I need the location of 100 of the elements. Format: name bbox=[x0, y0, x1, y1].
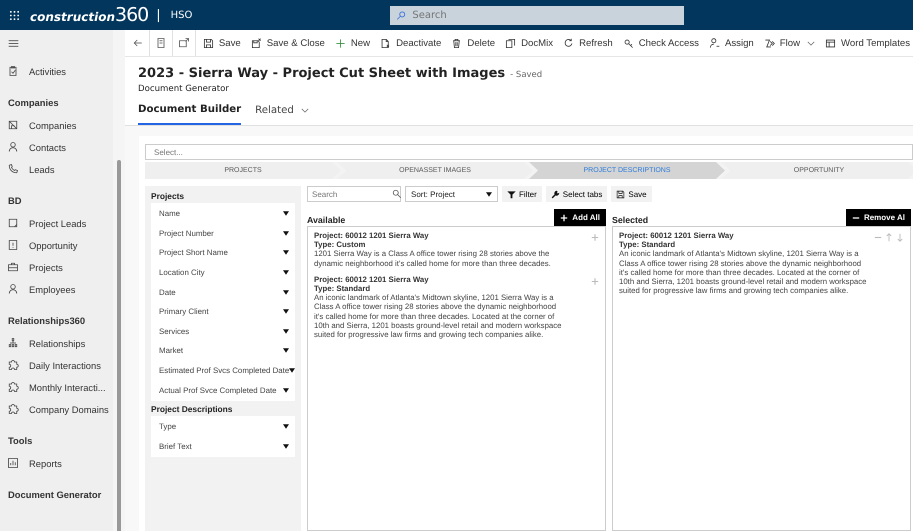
scrollbar-thumb[interactable] bbox=[117, 160, 121, 531]
sidebar-item[interactable]: Company Domains bbox=[0, 398, 113, 420]
sidebar-item[interactable]: Relationships bbox=[0, 332, 113, 354]
dropdown-arrow-icon bbox=[283, 328, 289, 334]
dropdown-arrow-icon bbox=[283, 211, 289, 216]
sidebar-item[interactable]: Monthly Interacti... bbox=[0, 376, 113, 398]
flow-icon bbox=[764, 38, 775, 48]
org-name: HSO bbox=[170, 10, 192, 20]
dropdown-arrow-icon bbox=[283, 290, 289, 295]
puzzle-icon bbox=[7, 403, 19, 415]
move-down-icon[interactable] bbox=[896, 233, 904, 242]
search-icon bbox=[396, 10, 406, 20]
sidebar-group-title: Relationships360 bbox=[7, 314, 86, 328]
command-button[interactable]: Save bbox=[196, 30, 244, 56]
sidebar-item[interactable]: Reports bbox=[0, 452, 113, 474]
app-launcher-icon[interactable] bbox=[9, 10, 20, 20]
command-button[interactable]: DocMix bbox=[498, 30, 556, 56]
plus-icon bbox=[334, 38, 346, 48]
dropdown-arrow-icon bbox=[283, 388, 289, 393]
dropdown-arrow-icon bbox=[289, 368, 296, 374]
logo: construction360 bbox=[30, 5, 148, 25]
trash-icon bbox=[451, 38, 462, 48]
sidebar-item[interactable]: Leads bbox=[0, 158, 113, 180]
dropdown-arrow-icon bbox=[283, 270, 289, 276]
entity-name: Document Generator bbox=[138, 84, 230, 94]
field-group-title: Projects bbox=[151, 191, 186, 201]
sidebar-item[interactable]: Project Leads bbox=[0, 212, 113, 234]
sidebar-item[interactable]: Activities bbox=[0, 60, 113, 82]
sidebar-item[interactable]: Daily Interactions bbox=[0, 354, 113, 376]
tool-button[interactable]: Select tabs bbox=[546, 186, 608, 202]
command-button[interactable]: Flow bbox=[756, 30, 818, 56]
command-button[interactable]: Refresh bbox=[556, 30, 616, 56]
clipboard-icon bbox=[7, 65, 19, 77]
refresh-icon bbox=[563, 38, 574, 48]
person-icon bbox=[7, 283, 19, 295]
template-icon bbox=[825, 38, 836, 48]
add-icon[interactable] bbox=[591, 233, 599, 242]
select-field[interactable]: Select... bbox=[145, 144, 913, 160]
scrollbar[interactable] bbox=[113, 30, 125, 531]
command-button[interactable]: Word Templates bbox=[818, 30, 913, 56]
back-arrow-icon bbox=[132, 37, 144, 49]
save-status: - Saved bbox=[510, 70, 542, 80]
list-title: Available bbox=[307, 215, 346, 226]
phone-icon bbox=[7, 163, 19, 175]
dropdown-arrow-icon bbox=[283, 230, 289, 236]
page-icon bbox=[154, 37, 167, 49]
dropdown-arrow-icon bbox=[283, 309, 289, 314]
sidebar-group-title: Companies bbox=[7, 96, 60, 110]
puzzle-icon bbox=[7, 359, 19, 371]
key-icon bbox=[622, 38, 634, 48]
sidebar-item[interactable]: Employees bbox=[0, 278, 113, 300]
org-chart-icon bbox=[7, 337, 19, 349]
sort-dropdown[interactable]: Sort: Project bbox=[405, 186, 498, 202]
field-group-title: Project Descriptions bbox=[151, 404, 234, 414]
wrench-icon bbox=[550, 190, 560, 198]
puzzle-icon bbox=[7, 381, 19, 393]
alert-icon bbox=[7, 239, 19, 251]
divider-mark: | bbox=[156, 8, 161, 22]
dropdown-arrow-icon bbox=[283, 424, 289, 430]
briefcase-icon bbox=[7, 261, 19, 273]
sidebar-item[interactable]: Opportunity bbox=[0, 234, 113, 256]
sidebar-item[interactable]: Projects bbox=[0, 256, 113, 278]
search-input[interactable]: Search bbox=[410, 8, 674, 22]
move-up-icon[interactable] bbox=[885, 233, 893, 242]
search-field[interactable]: Search bbox=[307, 186, 401, 202]
search-field[interactable]: Search bbox=[390, 6, 684, 24]
sidebar-item[interactable]: Contacts bbox=[0, 136, 113, 158]
tab[interactable]: Related bbox=[255, 104, 309, 125]
remove-all-button[interactable]: Remove Al bbox=[846, 209, 911, 226]
person-icon bbox=[7, 141, 19, 153]
documents-icon bbox=[505, 38, 516, 48]
record-title: 2023 - Sierra Way - Project Cut Sheet with Images bbox=[138, 66, 506, 81]
menu-icon[interactable] bbox=[8, 39, 19, 48]
sidebar-item[interactable]: Companies bbox=[0, 114, 113, 136]
sidebar-group-title: Tools bbox=[7, 434, 34, 448]
bar-chart-icon bbox=[7, 457, 19, 469]
sidebar-group-title: BD bbox=[7, 194, 23, 208]
building-icon bbox=[7, 119, 19, 131]
list-title: Selected bbox=[612, 215, 648, 226]
dropdown-arrow-icon bbox=[486, 192, 492, 196]
search-icon bbox=[392, 189, 402, 199]
command-button[interactable]: Deactivate bbox=[373, 30, 444, 56]
tool-button[interactable]: Save bbox=[611, 186, 652, 202]
command-button[interactable]: Save & Close bbox=[244, 30, 328, 56]
dropdown-arrow-icon bbox=[283, 250, 289, 256]
person-icon bbox=[708, 38, 720, 48]
command-button[interactable]: Check Access bbox=[616, 30, 702, 56]
popout-icon bbox=[178, 37, 190, 49]
dropdown-arrow-icon bbox=[283, 444, 289, 449]
filter-icon bbox=[507, 190, 516, 198]
add-all-button[interactable]: Add All bbox=[554, 209, 606, 226]
dropdown-arrow-icon bbox=[283, 348, 289, 354]
notepad-icon bbox=[7, 217, 19, 229]
plus-icon bbox=[560, 214, 568, 222]
tool-button[interactable]: Filter bbox=[502, 186, 542, 202]
document-icon bbox=[380, 38, 392, 48]
command-button[interactable]: New bbox=[328, 30, 374, 56]
command-button[interactable]: Assign bbox=[702, 30, 757, 56]
add-icon[interactable] bbox=[591, 276, 599, 286]
command-button[interactable]: Delete bbox=[444, 30, 498, 56]
